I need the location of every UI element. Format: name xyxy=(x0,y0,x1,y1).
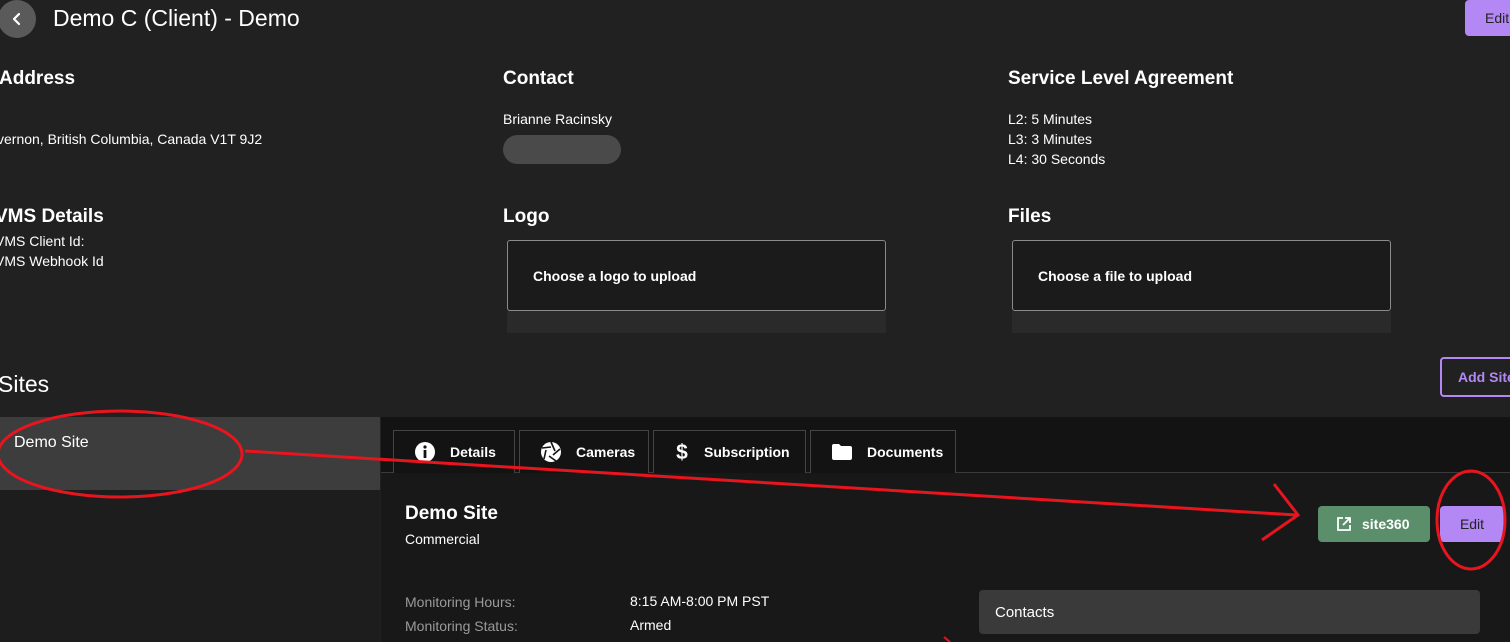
contact-heading: Contact xyxy=(503,68,574,89)
tab-documents-label: Documents xyxy=(867,444,944,460)
svg-text:$: $ xyxy=(676,441,688,463)
site-edit-button[interactable]: Edit xyxy=(1440,506,1504,542)
logo-heading: Logo xyxy=(503,206,550,227)
tab-cameras-label: Cameras xyxy=(576,444,636,460)
site360-button[interactable]: site360 xyxy=(1318,506,1430,542)
folder-icon xyxy=(832,444,852,460)
monitoring-hours-label: Monitoring Hours: xyxy=(405,594,516,610)
logo-upload-dropzone[interactable]: Choose a logo to upload xyxy=(507,240,886,311)
monitoring-status-value: Armed xyxy=(630,617,672,633)
contacts-section-header[interactable]: Contacts xyxy=(979,590,1480,634)
tab-details-label: Details xyxy=(450,444,496,460)
monitoring-status-label: Monitoring Status: xyxy=(405,618,518,634)
add-site-button[interactable]: Add Site xyxy=(1440,357,1510,397)
sla-line: L4: 30 Seconds xyxy=(1008,151,1106,167)
monitoring-hours-value: 8:15 AM-8:00 PM PST xyxy=(630,593,770,609)
tab-details[interactable]: Details xyxy=(393,430,515,473)
tab-subscription[interactable]: $ Subscription xyxy=(653,430,806,473)
logo-upload-footer xyxy=(507,311,886,333)
site-list-item-label: Demo Site xyxy=(14,434,89,451)
sites-heading: Sites xyxy=(0,371,50,397)
address-line: vernon, British Columbia, Canada V1T 9J2 xyxy=(0,131,263,147)
vms-client-id: VMS Client Id: xyxy=(0,233,85,249)
info-icon xyxy=(415,442,435,462)
tab-documents[interactable]: Documents xyxy=(810,430,956,473)
address-heading: Address xyxy=(0,68,76,89)
page-title: Demo C (Client) - Demo xyxy=(53,5,300,31)
camera-shutter-icon xyxy=(541,441,561,462)
tab-cameras[interactable]: Cameras xyxy=(519,430,649,473)
vms-webhook-id: VMS Webhook Id xyxy=(0,253,104,269)
files-heading: Files xyxy=(1008,206,1052,227)
vms-heading: VMS Details xyxy=(0,206,104,227)
files-upload-dropzone[interactable]: Choose a file to upload xyxy=(1012,240,1391,311)
chevron-left-icon xyxy=(12,12,21,26)
contact-name: Brianne Racinsky xyxy=(503,111,612,127)
client-edit-button[interactable]: Edit xyxy=(1465,0,1510,36)
site360-label: site360 xyxy=(1362,516,1410,532)
sla-heading: Service Level Agreement xyxy=(1008,68,1234,89)
site-type: Commercial xyxy=(405,531,480,547)
site-name: Demo Site xyxy=(405,503,498,524)
sla-line: L2: 5 Minutes xyxy=(1008,111,1093,127)
back-button[interactable] xyxy=(0,0,36,38)
contact-phone-chip[interactable] xyxy=(503,135,621,164)
files-upload-footer xyxy=(1012,311,1391,333)
tab-subscription-label: Subscription xyxy=(704,444,790,460)
external-link-icon xyxy=(1337,517,1351,531)
dollar-icon: $ xyxy=(676,441,688,463)
sla-line: L3: 3 Minutes xyxy=(1008,131,1093,147)
site-list-item[interactable] xyxy=(0,417,380,490)
